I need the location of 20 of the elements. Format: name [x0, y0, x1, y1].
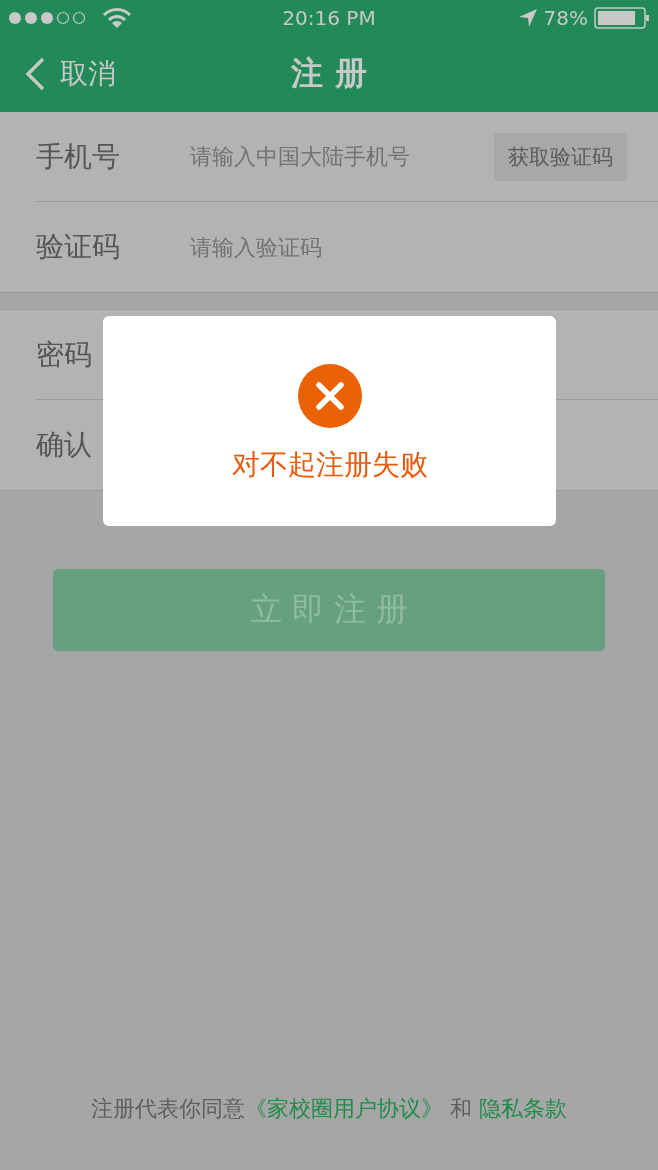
battery-percent: 78%	[543, 6, 588, 30]
battery-icon	[594, 7, 650, 29]
error-message: 对不起注册失败	[231, 447, 428, 483]
back-chevron-icon	[24, 57, 46, 91]
agreement-text: 注册代表你同意《家校圈用户协议》 和 隐私条款	[90, 1095, 568, 1123]
agreement-link[interactable]: 《家校圈用户协议》	[245, 1096, 443, 1121]
field-label: 密码	[36, 336, 93, 373]
field-label: 手机号	[36, 138, 121, 175]
input-field[interactable]: 请输入中国大陆手机号	[190, 144, 494, 169]
field-label: 验证码	[36, 229, 121, 265]
location-arrow-icon	[517, 8, 538, 28]
back-button[interactable]: 取消	[24, 55, 116, 93]
wifi-icon	[102, 7, 132, 29]
error-icon	[297, 364, 362, 428]
field-label: 确认	[36, 427, 93, 463]
privacy-link[interactable]: 隐私条款	[479, 1096, 567, 1121]
status-time: 20:16 PM	[282, 6, 376, 30]
get-code-button[interactable]: 获取验证码	[494, 132, 627, 181]
page-title: 注 册	[291, 53, 367, 94]
input-field[interactable]: 请输入验证码	[190, 234, 658, 260]
